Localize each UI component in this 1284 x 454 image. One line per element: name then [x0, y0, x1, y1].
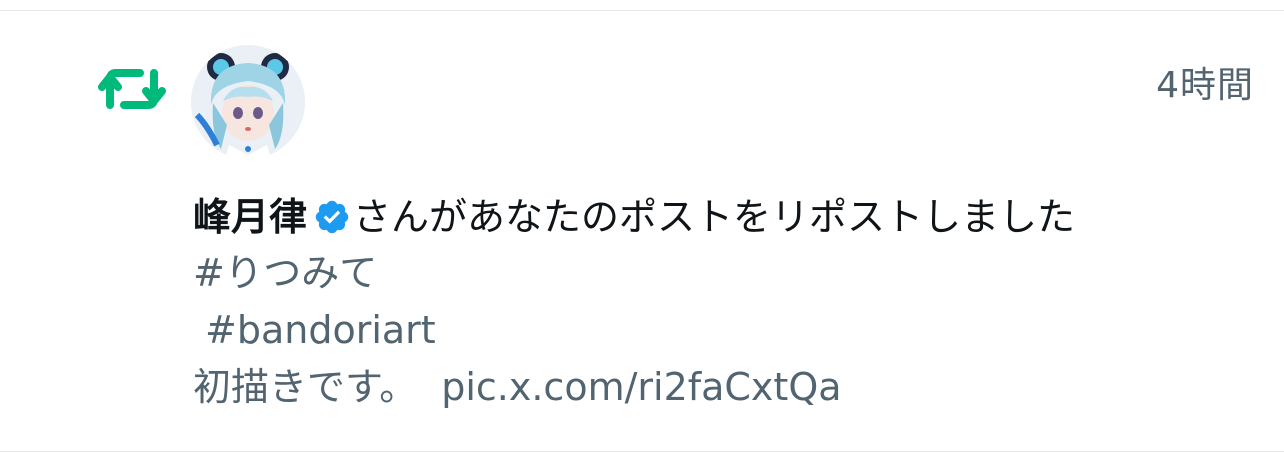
repost-icon	[96, 59, 168, 119]
verified-badge-icon	[313, 195, 351, 234]
media-link[interactable]: pic.x.com/ri2faCxtQa	[441, 365, 841, 409]
repost-notification[interactable]: 4時間 峰月律 さんがあなたのポストをリポストしました #りつみて #bandor…	[0, 10, 1284, 452]
action-text: さんがあなたのポストをリポストしました	[353, 195, 1076, 239]
timestamp: 4時間	[1156, 65, 1254, 106]
hashtag-link[interactable]: #bandoriart	[193, 302, 1254, 359]
avatar[interactable]	[191, 45, 305, 159]
hashtag-link[interactable]: #りつみて	[193, 245, 1254, 302]
post-text[interactable]: #りつみて #bandoriart 初描きです。 pic.x.com/ri2faC…	[193, 245, 1254, 416]
post-body: 初描きです。	[193, 365, 418, 409]
notification-headline: 峰月律 さんがあなたのポストをリポストしました	[193, 189, 1254, 245]
user-name[interactable]: 峰月律	[193, 195, 307, 239]
post-body-line: 初描きです。 pic.x.com/ri2faCxtQa	[193, 359, 1254, 416]
notification-content: 峰月律 さんがあなたのポストをリポストしました #りつみて #bandoriart…	[193, 189, 1254, 416]
